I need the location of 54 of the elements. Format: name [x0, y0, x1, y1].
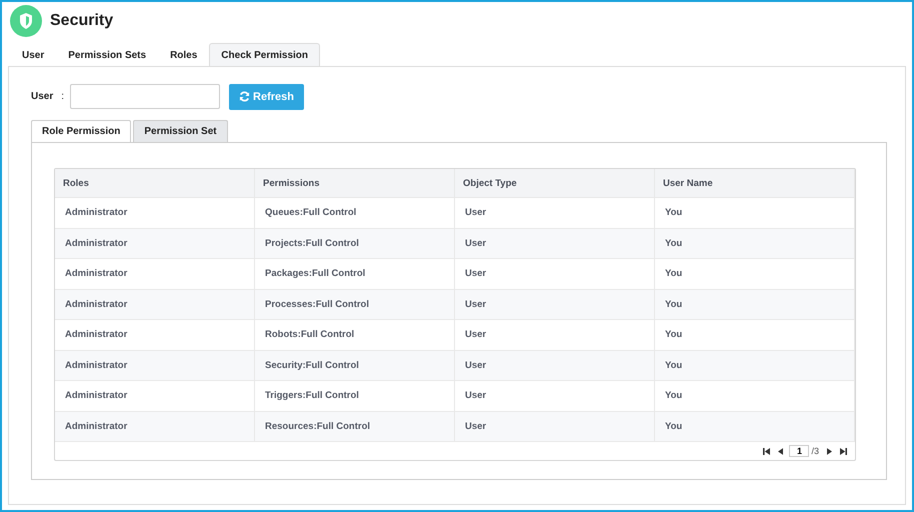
tab[interactable]: User — [10, 43, 56, 66]
last-page-icon[interactable] — [840, 448, 847, 454]
table-cell: You — [655, 350, 855, 380]
table-cell: You — [655, 290, 855, 319]
table-cell: Resources:Full Control — [255, 412, 455, 441]
column-header[interactable]: Object Type — [455, 169, 655, 197]
table-cell: You — [655, 320, 855, 350]
table-cell: User — [455, 290, 655, 319]
column-header[interactable]: Roles — [55, 169, 255, 197]
tab[interactable]: Roles — [158, 43, 210, 66]
table-cell: Administrator — [55, 228, 255, 258]
previous-page-icon[interactable] — [778, 448, 784, 454]
page-total: /3 — [811, 446, 819, 456]
field-label: User — [31, 91, 54, 102]
table-cell: You — [655, 381, 855, 410]
user-field[interactable] — [70, 84, 220, 109]
table-cell: Projects:Full Control — [255, 228, 455, 258]
table-cell: User — [455, 350, 655, 380]
tab[interactable]: Permission Set — [133, 120, 228, 142]
shield-icon — [10, 4, 42, 36]
table-cell: Processes:Full Control — [255, 290, 455, 319]
tab[interactable]: Check Permission — [209, 43, 320, 66]
table-cell: Administrator — [55, 290, 255, 319]
next-page-icon[interactable] — [827, 448, 832, 454]
table-cell: User — [455, 381, 655, 410]
table-cell: User — [455, 228, 655, 258]
table-cell: User — [455, 412, 655, 441]
tab[interactable]: Role Permission — [31, 120, 132, 142]
column-header[interactable]: Permissions — [255, 169, 455, 197]
table-cell: Robots:Full Control — [255, 320, 455, 350]
table-cell: Security:Full Control — [255, 350, 455, 380]
table-cell: Queues:Full Control — [255, 198, 455, 228]
table-cell: User — [455, 259, 655, 288]
table-cell: You — [655, 259, 855, 288]
table-cell: Administrator — [55, 320, 255, 350]
table-cell: User — [455, 320, 655, 350]
table-cell: Administrator — [55, 412, 255, 441]
table-cell: Administrator — [55, 350, 255, 380]
table-cell: You — [655, 198, 855, 228]
column-header[interactable]: User Name — [655, 169, 855, 197]
refresh-icon — [239, 91, 250, 102]
first-page-icon[interactable] — [763, 448, 770, 454]
table-cell: Administrator — [55, 381, 255, 410]
page-title: Security — [50, 12, 114, 30]
table-cell: Packages:Full Control — [255, 259, 455, 288]
table-cell: Triggers:Full Control — [255, 381, 455, 410]
tab[interactable]: Permission Sets — [56, 43, 158, 66]
page-field[interactable]: 1 — [789, 445, 810, 457]
separator: : — [61, 91, 64, 102]
table-cell: User — [455, 198, 655, 228]
table-cell: You — [655, 412, 855, 441]
table-cell: Administrator — [55, 259, 255, 288]
table-cell: You — [655, 228, 855, 258]
table-cell: Administrator — [55, 198, 255, 228]
